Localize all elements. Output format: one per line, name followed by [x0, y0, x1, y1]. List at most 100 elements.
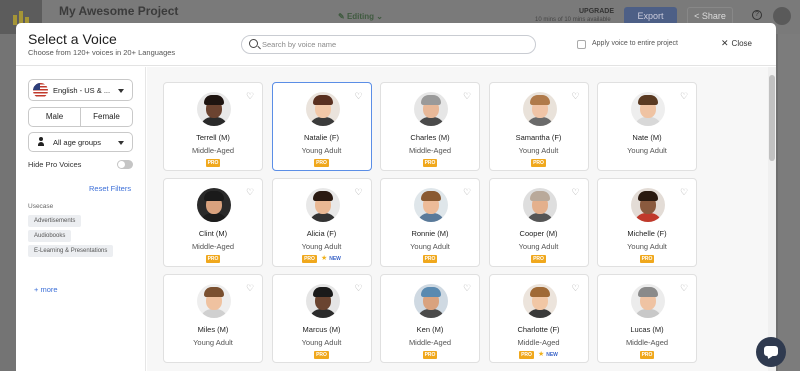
- gender-male-button[interactable]: Male: [29, 108, 81, 126]
- search-input[interactable]: [262, 38, 522, 51]
- voice-search[interactable]: [241, 35, 536, 54]
- voice-avatar: [631, 92, 665, 126]
- pro-badge: PRO: [205, 255, 221, 263]
- voice-grid: ♡ Terrell (M) Middle-Aged PRO ♡ Natalie (F) Yo…: [147, 67, 776, 371]
- voice-card[interactable]: ♡ Ronnie (M) Young Adult PRO: [380, 178, 480, 267]
- project-title[interactable]: My Awesome Project: [59, 4, 178, 18]
- favorite-heart-icon[interactable]: ♡: [680, 284, 688, 293]
- voice-card[interactable]: ♡ Marcus (M) Young Adult PRO: [271, 274, 372, 363]
- voice-age: Middle-Aged: [191, 146, 235, 155]
- pro-badge: PRO: [531, 255, 546, 263]
- share-icon: <: [694, 11, 702, 21]
- voice-card[interactable]: ♡ Natalie (F) Young Adult PRO: [271, 82, 372, 171]
- modal-title: Select a Voice: [28, 31, 117, 47]
- scrollbar-thumb[interactable]: [769, 75, 775, 161]
- favorite-heart-icon[interactable]: ♡: [246, 284, 254, 293]
- export-label: Export: [637, 11, 664, 21]
- usecase-chip-advertisements[interactable]: Advertisements: [28, 215, 82, 227]
- voice-avatar: [631, 284, 665, 318]
- favorite-heart-icon[interactable]: ♡: [463, 284, 471, 293]
- voice-age: Middle-Aged: [408, 146, 452, 155]
- favorite-heart-icon[interactable]: ♡: [572, 188, 580, 197]
- voice-card[interactable]: ♡ Nate (M) Young Adult: [597, 82, 697, 171]
- voice-age: Young Adult: [301, 146, 342, 155]
- close-label: Close: [731, 39, 752, 48]
- voice-name: Clint (M): [198, 229, 228, 238]
- close-button[interactable]: ✕ Close: [721, 38, 752, 49]
- voice-card[interactable]: ♡ Ken (M) Middle-Aged PRO: [380, 274, 480, 363]
- voice-avatar: [631, 188, 665, 222]
- voice-card[interactable]: ♡ Charles (M) Middle-Aged PRO: [380, 82, 480, 171]
- apply-all-label: Apply voice to entire project: [592, 40, 678, 47]
- favorite-heart-icon[interactable]: ♡: [355, 188, 363, 197]
- chevron-down-icon: [118, 89, 124, 93]
- voice-name: Charlotte (F): [517, 325, 560, 334]
- voice-name: Samantha (F): [515, 133, 562, 142]
- voice-name: Natalie (F): [303, 133, 339, 142]
- voice-name: Alicia (F): [306, 229, 337, 238]
- person-icon: [38, 137, 44, 147]
- voice-card[interactable]: ♡ Lucas (M) Middle-Aged PRO: [597, 274, 697, 363]
- favorite-heart-icon[interactable]: ♡: [355, 284, 363, 293]
- favorite-heart-icon[interactable]: ♡: [246, 188, 254, 197]
- voice-age: Middle-Aged: [191, 242, 235, 251]
- favorite-heart-icon[interactable]: ♡: [572, 284, 580, 293]
- reset-filters-link[interactable]: Reset Filters: [89, 184, 131, 193]
- favorite-heart-icon[interactable]: ♡: [680, 92, 688, 101]
- voice-badges: PRO: [490, 159, 588, 167]
- pro-badge: PRO: [422, 255, 438, 263]
- voice-avatar: [522, 284, 557, 318]
- modal-header: Select a Voice Choose from 120+ voices i…: [16, 23, 776, 66]
- voice-avatar: [305, 188, 340, 222]
- voice-badges: PRO: [164, 255, 262, 263]
- chat-icon: [764, 346, 778, 356]
- voice-badges: PRO: [381, 351, 479, 359]
- voice-badges: PRO: [490, 255, 588, 263]
- voice-age: Middle-Aged: [408, 338, 452, 347]
- voice-card[interactable]: ♡ Charlotte (F) Middle-Aged PRO ★ NEW: [488, 274, 589, 363]
- editing-status[interactable]: ✎ Editing ⌄: [338, 12, 383, 21]
- more-usecases-link[interactable]: + more: [34, 285, 58, 294]
- voice-age: Young Adult: [410, 242, 450, 251]
- voice-badges: PRO: [273, 159, 371, 167]
- voice-card[interactable]: ♡ Miles (M) Young Adult: [163, 274, 263, 363]
- voice-avatar: [197, 188, 231, 222]
- gender-female-button[interactable]: Female: [81, 108, 132, 126]
- voice-card[interactable]: ♡ Terrell (M) Middle-Aged PRO: [163, 82, 263, 171]
- voice-card[interactable]: ♡ Samantha (F) Young Adult PRO: [488, 82, 589, 171]
- new-badge: NEW: [546, 352, 558, 358]
- voice-name: Cooper (M): [519, 229, 558, 238]
- voice-age: Young Adult: [627, 242, 667, 251]
- voice-avatar: [197, 92, 231, 126]
- voice-card[interactable]: ♡ Cooper (M) Young Adult PRO: [488, 178, 589, 267]
- pro-badge: PRO: [422, 159, 438, 167]
- voice-badges: PRO: [381, 159, 479, 167]
- favorite-heart-icon[interactable]: ♡: [463, 188, 471, 197]
- chat-support-button[interactable]: [756, 337, 786, 367]
- voice-avatar: [305, 284, 340, 318]
- favorite-heart-icon[interactable]: ♡: [355, 92, 363, 101]
- voice-name: Nate (M): [632, 133, 662, 142]
- voice-card[interactable]: ♡ Alicia (F) Young Adult PRO ★ NEW: [271, 178, 372, 267]
- usecase-heading: Usecase: [28, 203, 54, 210]
- gender-toggle: Male Female: [28, 107, 133, 127]
- voice-badges: PRO: [598, 255, 696, 263]
- app-sidebar: [0, 34, 16, 371]
- usecase-chip-audiobooks[interactable]: Audiobooks: [28, 230, 72, 242]
- apply-all-checkbox[interactable]: [577, 40, 586, 49]
- help-icon[interactable]: ?: [752, 10, 762, 20]
- usecase-chip-elearning[interactable]: E-Learning & Presentations: [28, 245, 114, 257]
- voice-avatar: [522, 92, 557, 126]
- voice-badges: PRO ★ NEW: [490, 351, 588, 359]
- language-select[interactable]: English - US & ...: [28, 79, 133, 101]
- hide-pro-toggle[interactable]: [117, 160, 133, 169]
- favorite-heart-icon[interactable]: ♡: [680, 188, 688, 197]
- favorite-heart-icon[interactable]: ♡: [572, 92, 580, 101]
- upgrade-link[interactable]: UPGRADE: [579, 8, 614, 15]
- voice-card[interactable]: ♡ Clint (M) Middle-Aged PRO: [163, 178, 263, 267]
- favorite-heart-icon[interactable]: ♡: [246, 92, 254, 101]
- new-badge: NEW: [329, 256, 341, 262]
- favorite-heart-icon[interactable]: ♡: [463, 92, 471, 101]
- voice-card[interactable]: ♡ Michelle (F) Young Adult PRO: [597, 178, 697, 267]
- age-group-select[interactable]: All age groups: [28, 132, 133, 152]
